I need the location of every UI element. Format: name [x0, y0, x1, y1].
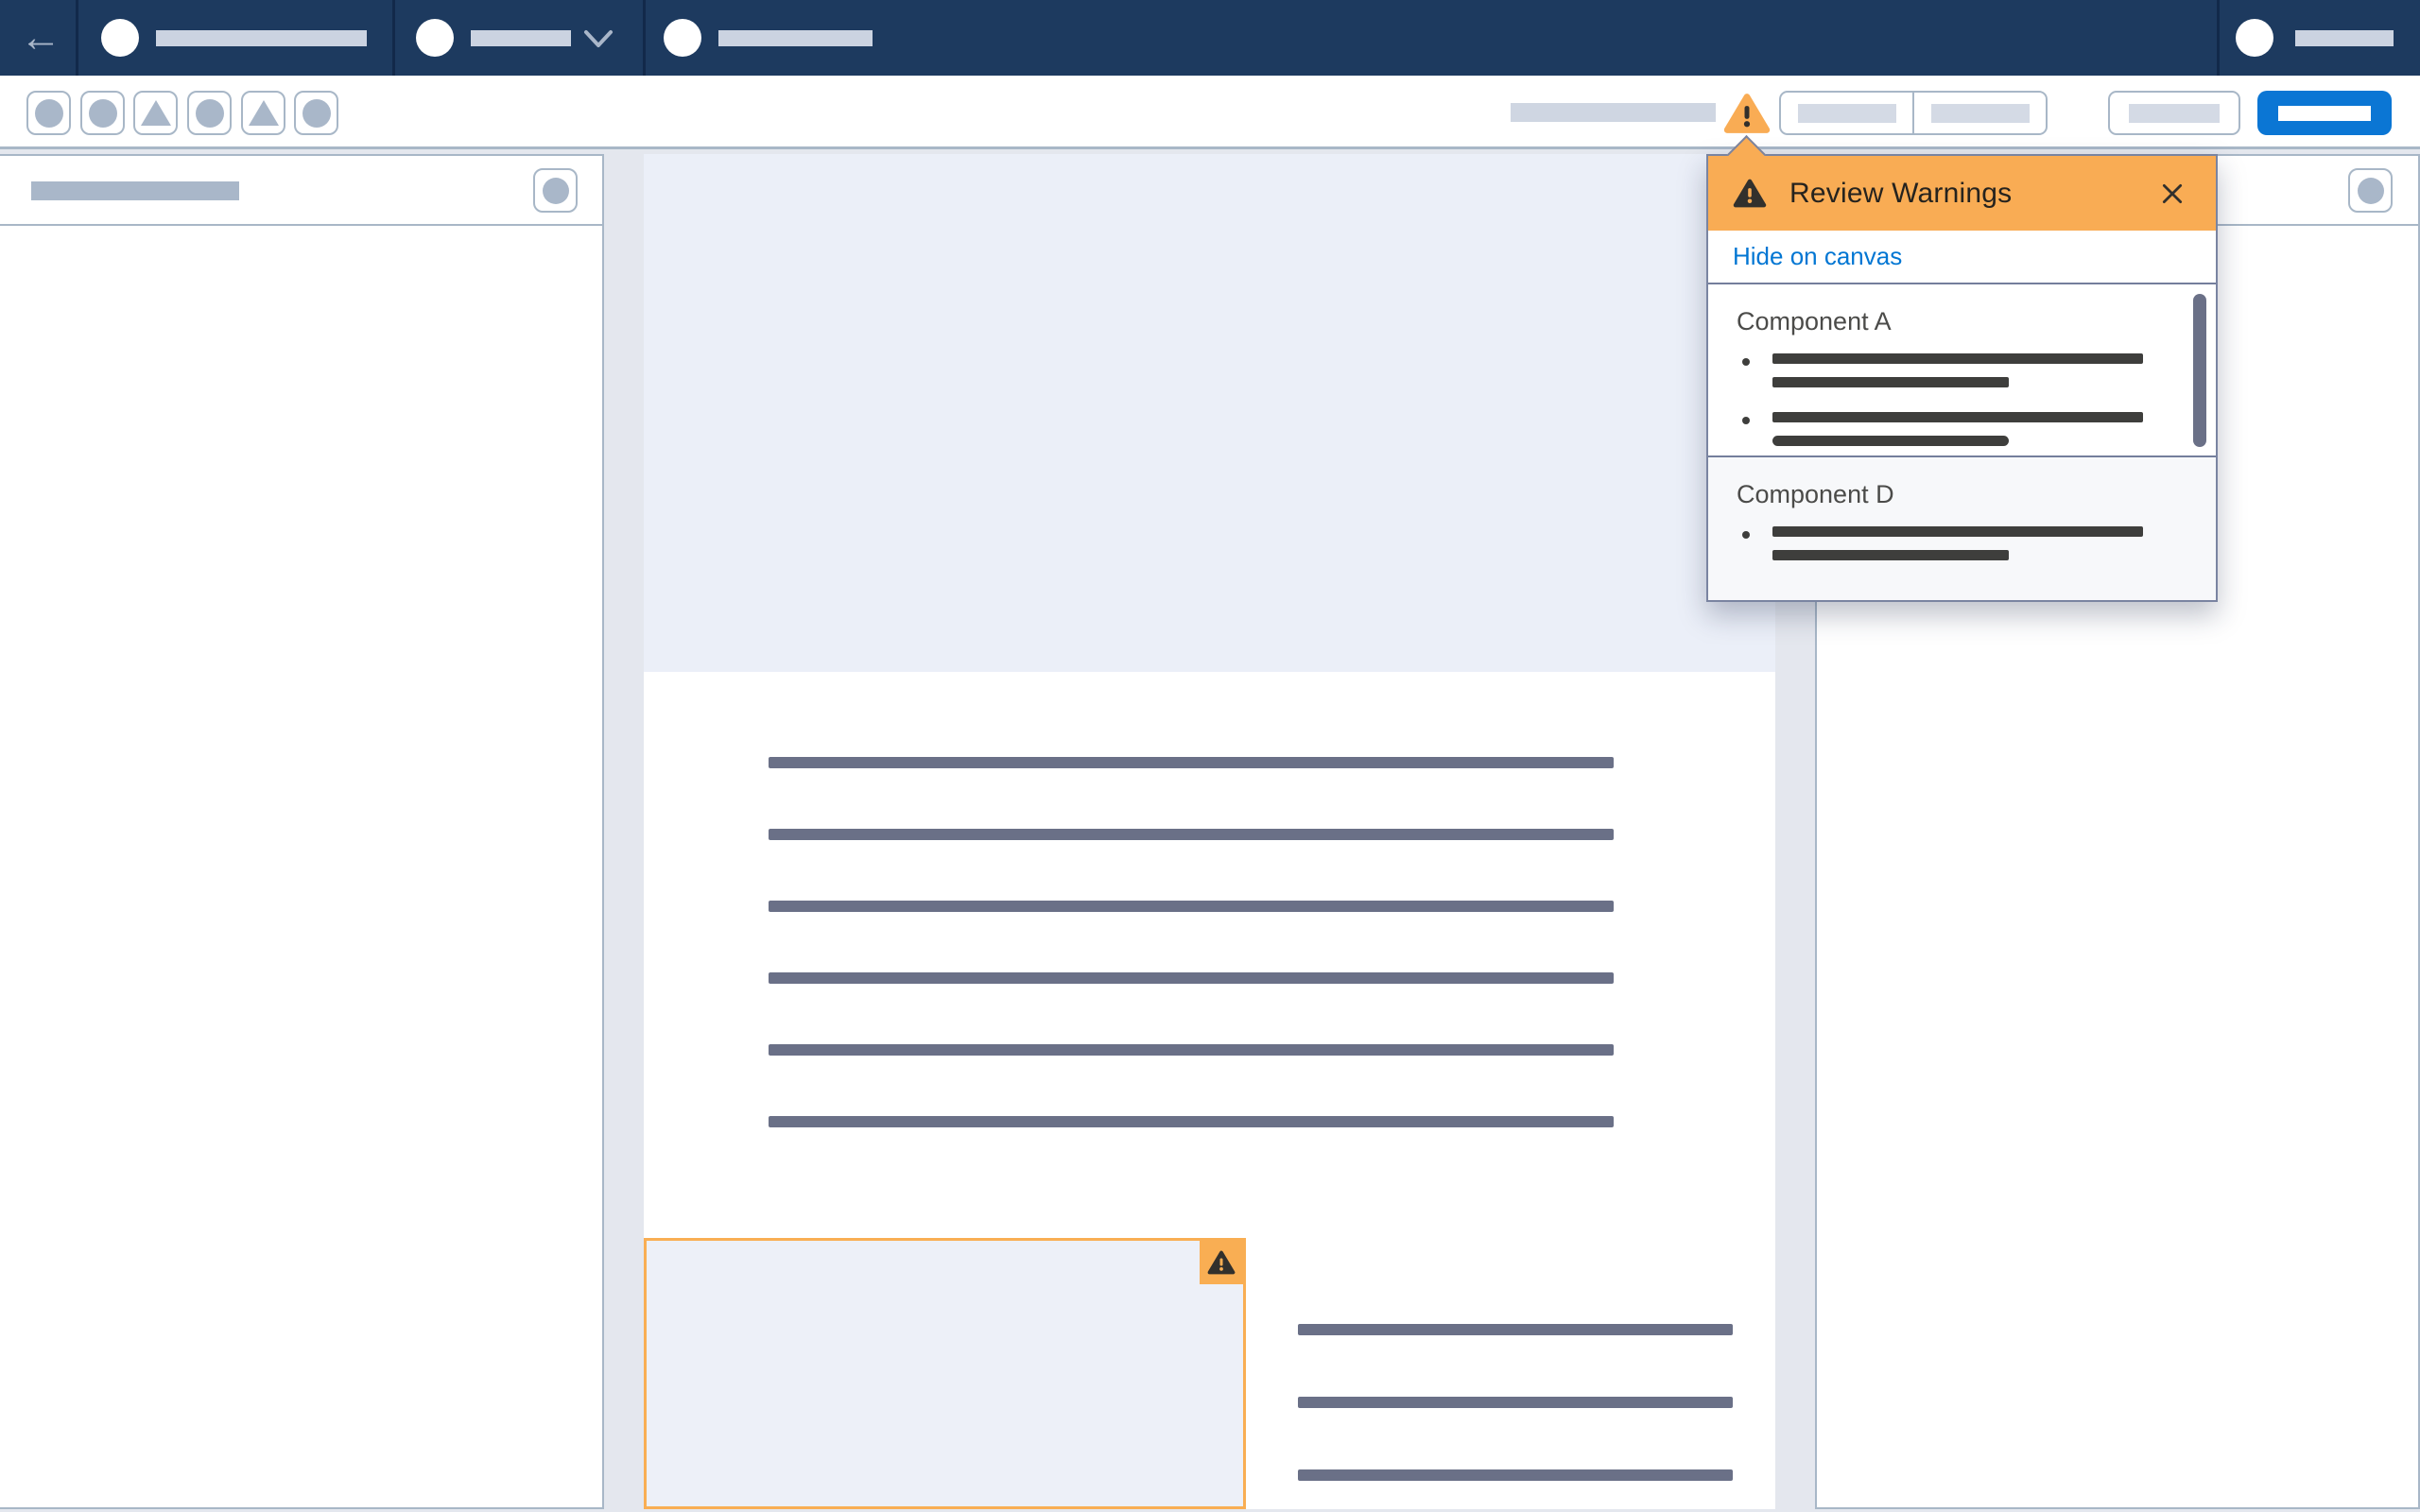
nav-label-placeholder — [156, 30, 367, 46]
user-name-placeholder — [2295, 30, 2394, 46]
hero-image-placeholder[interactable] — [644, 154, 1775, 672]
tool-button-1[interactable] — [26, 91, 71, 135]
warning-text-placeholder — [1772, 412, 2143, 422]
triangle-icon — [248, 100, 279, 126]
chevron-down-icon[interactable] — [582, 28, 614, 51]
warnings-toggle-button[interactable] — [1720, 89, 1773, 138]
circle-icon — [34, 98, 63, 128]
text-line-placeholder — [769, 972, 1614, 984]
left-sidebar-panel — [0, 154, 604, 1509]
header-divider — [76, 0, 78, 76]
component-title: Component D — [1737, 480, 1894, 508]
warning-icon — [1723, 94, 1771, 133]
tool-button-3[interactable] — [133, 91, 178, 135]
warning-text-placeholder — [1772, 353, 2143, 364]
circle-icon — [195, 98, 224, 128]
tool-button-5[interactable] — [241, 91, 285, 135]
user-avatar — [2236, 19, 2273, 57]
segment-label-placeholder — [1930, 103, 2030, 123]
warning-text-placeholder — [1772, 436, 2009, 446]
header-divider — [392, 0, 395, 76]
circle-icon — [542, 177, 569, 204]
review-warnings-popover: Review Warnings Hide on canvas Component… — [1706, 134, 2218, 602]
button-label-placeholder — [2278, 105, 2371, 121]
circle-icon — [302, 98, 331, 128]
header-divider — [2217, 0, 2220, 76]
warning-section-component-a: Component A — [1708, 283, 2216, 457]
warning-text-placeholder — [1772, 526, 2143, 537]
triangle-icon — [140, 100, 171, 126]
avatar — [664, 19, 701, 57]
warning-item — [1737, 412, 2159, 446]
bullet-icon — [1742, 358, 1750, 366]
text-line-placeholder — [769, 829, 1614, 840]
warning-icon — [1207, 1250, 1236, 1275]
bullet-icon — [1742, 417, 1750, 424]
circle-icon — [2357, 177, 2384, 204]
panel-collapse-button[interactable] — [533, 168, 578, 213]
close-button[interactable] — [2153, 175, 2191, 213]
popover-header: Review Warnings — [1708, 156, 2216, 231]
text-line-placeholder — [769, 1116, 1614, 1127]
panel-title-placeholder — [31, 181, 239, 200]
page-canvas[interactable] — [644, 154, 1775, 1509]
warning-icon — [1733, 179, 1767, 208]
primary-action-button[interactable] — [2257, 91, 2392, 135]
back-button[interactable]: ← — [9, 0, 72, 76]
flagged-component[interactable] — [644, 1238, 1246, 1509]
segment-button-1[interactable] — [1781, 93, 1912, 133]
text-line-placeholder — [769, 757, 1614, 768]
component-warning-badge[interactable] — [1200, 1241, 1243, 1284]
popover-scrollbar-thumb[interactable] — [2193, 294, 2206, 447]
status-text-placeholder — [1511, 103, 1716, 122]
text-line-placeholder — [1298, 1397, 1733, 1408]
tool-button-4[interactable] — [187, 91, 232, 135]
bullet-icon — [1742, 531, 1750, 539]
tool-button-6[interactable] — [294, 91, 338, 135]
nav-label-placeholder — [718, 30, 873, 46]
warning-text-placeholder — [1772, 550, 2009, 560]
button-label-placeholder — [2129, 103, 2220, 123]
left-panel-header — [0, 156, 602, 226]
popover-actions-row: Hide on canvas — [1708, 231, 2216, 283]
builder-toolbar — [0, 76, 2420, 149]
secondary-button[interactable] — [2108, 91, 2240, 135]
global-header: ← — [0, 0, 2420, 76]
hide-on-canvas-link[interactable]: Hide on canvas — [1733, 242, 1902, 271]
nav-label-placeholder — [471, 30, 571, 46]
avatar — [416, 19, 454, 57]
text-line-placeholder — [1298, 1469, 1733, 1481]
text-line-placeholder — [1298, 1324, 1733, 1335]
back-arrow-icon: ← — [20, 14, 61, 60]
circle-icon — [88, 98, 117, 128]
warning-item — [1737, 526, 2159, 560]
tool-button-2[interactable] — [80, 91, 125, 135]
header-divider — [643, 0, 646, 76]
warning-text-placeholder — [1772, 377, 2009, 387]
warning-item — [1737, 353, 2159, 387]
warning-section-component-d: Component D — [1708, 457, 2216, 600]
avatar — [101, 19, 139, 57]
component-title: Component A — [1737, 307, 1892, 335]
panel-collapse-button[interactable] — [2348, 168, 2393, 213]
segment-button-2[interactable] — [1912, 93, 2046, 133]
view-segmented-control — [1779, 91, 2048, 135]
text-line-placeholder — [769, 1044, 1614, 1056]
popover-title: Review Warnings — [1789, 177, 2013, 209]
text-line-placeholder — [769, 901, 1614, 912]
segment-label-placeholder — [1797, 103, 1896, 123]
close-icon — [2162, 183, 2183, 203]
